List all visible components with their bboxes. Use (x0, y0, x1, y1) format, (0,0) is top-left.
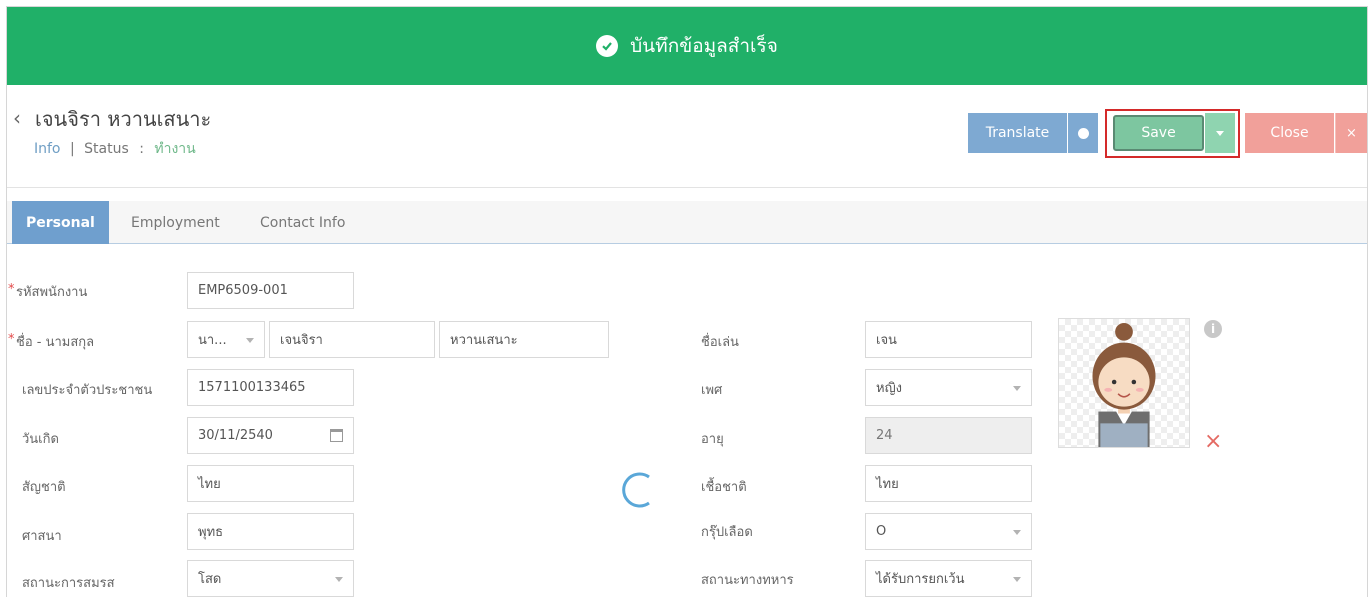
military-status-select[interactable]: ได้รับการยกเว้น (865, 560, 1032, 597)
success-message: บันทึกข้อมูลสำเร็จ (630, 35, 778, 57)
employee-id-label: รหัสพนักงาน (16, 285, 88, 300)
marital-status-value: โสด (198, 572, 222, 587)
header-subline: Info | Status : ทำงาน (34, 138, 196, 160)
nickname-label: ชื่อเล่น (701, 335, 739, 350)
required-marker: * (8, 282, 15, 297)
birth-date-field[interactable]: 30/11/2540 (187, 417, 354, 454)
blood-group-select[interactable]: O (865, 513, 1032, 550)
first-name-field[interactable]: เจนจิรา (269, 321, 435, 358)
app-frame: บันทึกข้อมูลสำเร็จ ‹ เจนจิรา หวานเสนาะ I… (6, 6, 1368, 597)
dropdown-arrow-icon (246, 338, 254, 343)
religion-label: ศาสนา (22, 529, 62, 544)
birth-date-value: 30/11/2540 (198, 428, 273, 443)
nationality-field[interactable]: ไทย (187, 465, 354, 502)
tab-personal[interactable]: Personal (12, 201, 109, 244)
calendar-icon[interactable] (330, 429, 343, 442)
military-status-value: ได้รับการยกเว้น (876, 572, 965, 587)
caret-down-icon (1216, 130, 1224, 136)
birth-date-label: วันเกิด (22, 432, 59, 447)
loading-spinner-icon (622, 472, 650, 508)
blood-group-value: O (876, 524, 887, 539)
employee-id-field[interactable]: EMP6509-001 (187, 272, 354, 309)
close-button[interactable]: Close (1245, 113, 1334, 153)
female-avatar-icon (1092, 322, 1156, 447)
status-label: Status (84, 141, 129, 157)
national-id-field[interactable]: 1571100133465 (187, 369, 354, 406)
dropdown-arrow-icon (1013, 530, 1021, 535)
last-name-field[interactable]: หวานเสนาะ (439, 321, 609, 358)
dropdown-arrow-icon (335, 577, 343, 582)
name-prefix-select[interactable]: นา... (187, 321, 265, 358)
military-status-label: สถานะทางทหาร (701, 573, 794, 588)
marital-status-select[interactable]: โสด (187, 560, 354, 597)
close-x-button[interactable]: × (1335, 113, 1367, 153)
tab-bar: Personal Employment Contact Info (7, 201, 1367, 244)
info-link[interactable]: Info (34, 141, 61, 157)
gender-label: เพศ (701, 383, 723, 398)
translate-button[interactable]: Translate (968, 113, 1067, 153)
tab-label: Employment (131, 214, 220, 231)
name-prefix-value: นา... (198, 333, 227, 348)
tab-contact-info[interactable]: Contact Info (260, 201, 345, 244)
translate-language-button[interactable] (1068, 113, 1098, 153)
national-id-label: เลขประจำตัวประชาชน (22, 383, 153, 398)
age-label: อายุ (701, 432, 724, 447)
status-value: ทำงาน (154, 141, 196, 157)
ethnicity-field[interactable]: ไทย (865, 465, 1032, 502)
dropdown-arrow-icon (1013, 577, 1021, 582)
subline-separator: | (69, 141, 75, 157)
info-icon[interactable]: i (1204, 320, 1222, 338)
dropdown-arrow-icon (1013, 386, 1021, 391)
remove-photo-icon[interactable]: × (1204, 431, 1222, 453)
back-chevron-icon[interactable]: ‹ (13, 107, 21, 129)
status-colon: : (139, 141, 144, 157)
tab-label: Contact Info (260, 214, 346, 231)
gender-select[interactable]: หญิง (865, 369, 1032, 406)
religion-field[interactable]: พุทธ (187, 513, 354, 550)
header-divider (7, 187, 1367, 188)
tab-label: Personal (26, 214, 95, 231)
tab-employment[interactable]: Employment (131, 201, 220, 244)
ethnicity-label: เชื้อชาติ (701, 480, 747, 495)
globe-icon (1077, 127, 1089, 139)
success-banner: บันทึกข้อมูลสำเร็จ (7, 7, 1367, 85)
check-circle-icon (596, 35, 619, 57)
profile-photo[interactable] (1058, 318, 1190, 448)
full-name-label: ชื่อ - นามสกุล (16, 335, 95, 350)
save-button[interactable]: Save (1113, 115, 1204, 151)
employee-name: เจนจิรา หวานเสนาะ (35, 107, 212, 131)
nickname-field[interactable]: เจน (865, 321, 1032, 358)
save-options-dropdown[interactable] (1205, 113, 1235, 153)
gender-value: หญิง (876, 381, 902, 396)
age-field: 24 (865, 417, 1032, 454)
blood-group-label: กรุ๊ปเลือด (701, 525, 753, 540)
nationality-label: สัญชาติ (22, 480, 66, 495)
marital-status-label: สถานะการสมรส (22, 576, 115, 591)
required-marker: * (8, 332, 15, 347)
